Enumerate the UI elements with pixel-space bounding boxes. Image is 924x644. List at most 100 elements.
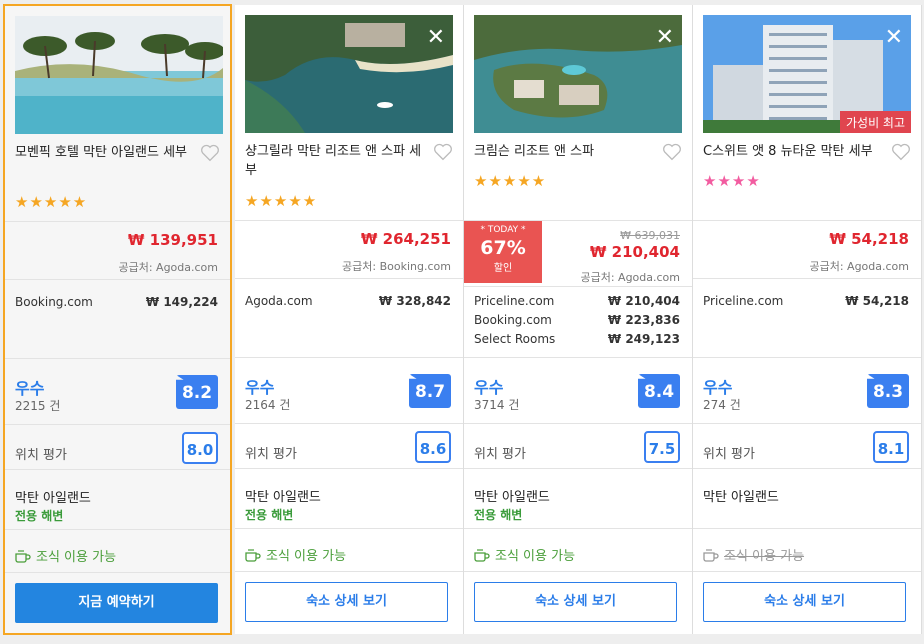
view-details-button[interactable]: 숙소 상세 보기: [474, 582, 677, 622]
location-score-badge: 8.1: [873, 431, 909, 463]
close-icon[interactable]: ✕: [885, 27, 903, 49]
hotel-name[interactable]: 크림슨 리조트 앤 스파: [474, 142, 654, 161]
offer-list: Priceline.com ₩ 54,218: [703, 292, 909, 311]
heart-icon[interactable]: [200, 144, 220, 162]
offer-price: ₩ 54,218: [845, 294, 909, 308]
price-supplier: 공급처: Agoda.com: [809, 260, 909, 273]
price-supplier: 공급처: Agoda.com: [580, 271, 680, 284]
heart-icon[interactable]: [662, 143, 682, 161]
offer-provider: Select Rooms: [474, 332, 556, 346]
divider: [235, 528, 463, 529]
location-label: 위치 평가: [703, 447, 755, 462]
breakfast-label: 조식 이용 가능: [495, 549, 576, 564]
coffee-cup-icon: [245, 548, 261, 562]
offer-provider: Priceline.com: [474, 294, 555, 308]
hotel-name[interactable]: 샹그릴라 막탄 리조트 앤 스파 세부: [245, 142, 425, 180]
close-icon[interactable]: ✕: [656, 27, 674, 49]
divider: [5, 529, 230, 530]
offer-row[interactable]: Booking.com ₩ 223,836: [474, 311, 680, 330]
divider: [693, 468, 921, 469]
review-count[interactable]: 2215 건: [15, 397, 60, 414]
divider: [693, 571, 921, 572]
star-rating: ★★★★★: [15, 193, 88, 211]
hotel-photo[interactable]: ✕: [245, 15, 453, 133]
star-rating: ★★★★★: [245, 192, 318, 210]
offer-row[interactable]: Priceline.com ₩ 54,218: [703, 292, 909, 311]
today-discount-badge: * TODAY * 67% 할인: [464, 221, 542, 283]
offer-provider: Booking.com: [474, 313, 552, 327]
review-score-badge: 8.7: [409, 374, 451, 408]
review-count[interactable]: 2164 건: [245, 396, 290, 413]
offer-row[interactable]: Booking.com ₩ 149,224: [15, 293, 218, 312]
best-price[interactable]: ₩ 210,404: [590, 243, 680, 261]
close-icon[interactable]: ✕: [427, 27, 445, 49]
divider: [5, 279, 230, 280]
offer-row[interactable]: Select Rooms ₩ 249,123: [474, 330, 680, 349]
hotel-card-1[interactable]: 모벤픽 호텔 막탄 아일랜드 세부 ★★★★★ ₩ 139,951 공급처: A…: [3, 4, 232, 635]
divider: [693, 357, 921, 358]
offer-price: ₩ 223,836: [607, 313, 680, 327]
offer-provider: Agoda.com: [245, 294, 313, 308]
best-price[interactable]: ₩ 54,218: [829, 230, 909, 248]
hotel-photo-pool: [15, 16, 223, 134]
divider: [464, 571, 692, 572]
divider: [693, 423, 921, 424]
hotel-name[interactable]: 모벤픽 호텔 막탄 아일랜드 세부: [15, 143, 195, 162]
rating-word: 우수: [15, 379, 45, 398]
offer-row[interactable]: Priceline.com ₩ 210,404: [474, 292, 680, 311]
location-score-badge: 8.6: [415, 431, 451, 463]
coffee-cup-icon: [703, 548, 719, 562]
hotel-name[interactable]: C스위트 앳 8 뉴타운 막탄 세부: [703, 142, 893, 161]
breakfast-feature-unavailable: 조식 이용 가능: [703, 545, 804, 564]
hotel-card-2[interactable]: ✕ 샹그릴라 막탄 리조트 앤 스파 세부 ★★★★★ ₩ 264,251 공급…: [235, 5, 464, 634]
location-label: 위치 평가: [245, 447, 297, 462]
coffee-cup-icon: [15, 549, 31, 563]
best-price[interactable]: ₩ 264,251: [361, 230, 451, 248]
location-label: 위치 평가: [15, 448, 67, 463]
divider: [464, 357, 692, 358]
divider: [235, 468, 463, 469]
divider: [693, 278, 921, 279]
offer-price: ₩ 149,224: [145, 295, 218, 309]
offer-provider: Booking.com: [15, 295, 93, 309]
beach-feature: 전용 해변: [245, 508, 294, 522]
divider: [693, 220, 921, 221]
divider: [464, 423, 692, 424]
book-now-button[interactable]: 지금 예약하기: [15, 583, 218, 623]
divider: [5, 572, 230, 573]
rating-word: 우수: [474, 378, 504, 397]
heart-icon[interactable]: [433, 143, 453, 161]
discount-percent: 67%: [480, 237, 526, 259]
divider: [235, 423, 463, 424]
best-price[interactable]: ₩ 139,951: [128, 231, 218, 249]
area-name: 막탄 아일랜드: [245, 490, 321, 505]
review-count[interactable]: 3714 건: [474, 396, 519, 413]
heart-icon[interactable]: [891, 143, 911, 161]
review-score-badge: 8.4: [638, 374, 680, 408]
divider: [464, 528, 692, 529]
hotel-photo[interactable]: [15, 16, 223, 134]
offer-price: ₩ 249,123: [607, 332, 680, 346]
location-score-badge: 8.0: [182, 432, 218, 464]
review-count[interactable]: 274 건: [703, 396, 741, 413]
rating-word: 우수: [703, 378, 733, 397]
hotel-card-3[interactable]: ✕ 크림슨 리조트 앤 스파 ★★★★★ * TODAY * 67% 할인 ₩ …: [464, 5, 693, 634]
hotel-photo[interactable]: ✕: [474, 15, 682, 133]
offer-row[interactable]: Agoda.com ₩ 328,842: [245, 292, 451, 311]
value-badge: 가성비 최고: [839, 111, 911, 133]
original-price: ₩ 639,031: [620, 229, 680, 242]
hotel-card-4[interactable]: ✕ 가성비 최고 C스위트 앳 8 뉴타운 막탄 세부 ★★★★ ₩ 54,21…: [693, 5, 922, 634]
divider: [5, 358, 230, 359]
view-details-button[interactable]: 숙소 상세 보기: [245, 582, 448, 622]
rating-word: 우수: [245, 378, 275, 397]
view-details-button[interactable]: 숙소 상세 보기: [703, 582, 906, 622]
hotel-photo[interactable]: ✕ 가성비 최고: [703, 15, 911, 133]
price-supplier: 공급처: Agoda.com: [118, 261, 218, 274]
hotel-photo-resort: [474, 15, 682, 133]
hotel-photo-aerial: [245, 15, 453, 133]
breakfast-feature: 조식 이용 가능: [474, 545, 575, 564]
location-label: 위치 평가: [474, 447, 526, 462]
star-rating: ★★★★★: [474, 172, 547, 190]
divider: [235, 357, 463, 358]
review-score-badge: 8.3: [867, 374, 909, 408]
